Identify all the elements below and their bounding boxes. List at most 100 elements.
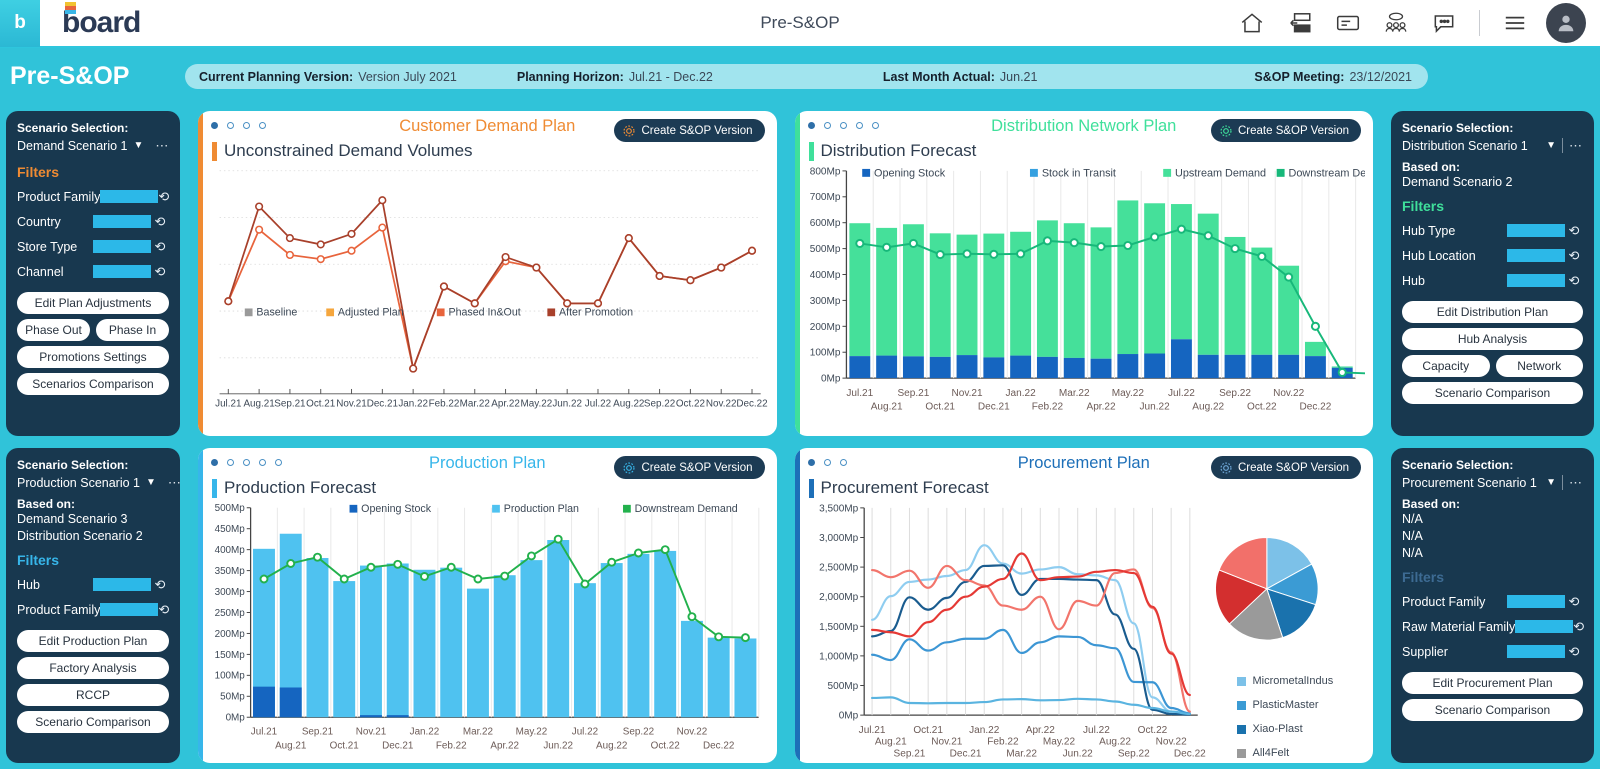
edit-procurement-plan-button[interactable]: Edit Procurement Plan xyxy=(1402,672,1583,694)
reset-icon[interactable]: ⟲ xyxy=(1565,594,1583,610)
filter-channel[interactable]: Channel ⟲ xyxy=(17,259,169,284)
filter-value-box[interactable] xyxy=(1515,620,1574,633)
reset-icon[interactable]: ⟲ xyxy=(151,214,169,230)
reset-icon[interactable]: ⟲ xyxy=(1573,619,1584,635)
more-options-icon[interactable]: ⋯ xyxy=(1569,476,1583,489)
create-sop-version-button-procurement[interactable]: Create S&OP Version xyxy=(1210,456,1361,479)
filter-raw-material-family[interactable]: Raw Material Family ⟲ xyxy=(1402,614,1584,639)
filter-country[interactable]: Country ⟲ xyxy=(17,209,169,234)
filter-store-type[interactable]: Store Type ⟲ xyxy=(17,234,169,259)
app-logo-tile[interactable]: b xyxy=(0,0,40,47)
filter-value-box[interactable] xyxy=(1507,249,1565,262)
reset-icon[interactable]: ⟲ xyxy=(158,602,169,618)
chevron-down-icon[interactable]: ▼ xyxy=(1546,140,1556,151)
create-sop-version-button-distribution[interactable]: Create S&OP Version xyxy=(1210,119,1361,142)
filter-value-box[interactable] xyxy=(1507,645,1565,658)
reset-icon[interactable]: ⟲ xyxy=(151,577,169,593)
scenario-comparison-button[interactable]: Scenario Comparison xyxy=(17,711,169,733)
scenario-comparison-button[interactable]: Scenario Comparison xyxy=(1402,699,1583,721)
promotions-settings-button[interactable]: Promotions Settings xyxy=(17,346,169,368)
info-value: 23/12/2021 xyxy=(1349,69,1412,84)
chevron-down-icon[interactable]: ▼ xyxy=(133,140,143,151)
filter-value-box[interactable] xyxy=(93,578,151,591)
reset-icon[interactable]: ⟲ xyxy=(1565,644,1583,660)
create-sop-version-button-production[interactable]: Create S&OP Version xyxy=(614,456,765,479)
filter-product-family[interactable]: Product Family ⟲ xyxy=(17,184,169,209)
chevron-down-icon[interactable]: ▼ xyxy=(146,477,156,488)
filter-value-box[interactable] xyxy=(1507,595,1565,608)
based-on-value-2: N/A xyxy=(1402,529,1423,543)
filter-value-box[interactable] xyxy=(93,265,151,278)
distribution-scenario-select[interactable]: Distribution Scenario 1 ▼ ⋯ xyxy=(1402,138,1583,153)
demand-scenario-select[interactable]: Demand Scenario 1 ▼ ⋯ xyxy=(17,138,169,153)
reset-icon[interactable]: ⟲ xyxy=(1565,223,1583,239)
create-sop-version-button-demand[interactable]: Create S&OP Version xyxy=(614,119,765,142)
filter-name: Product Family xyxy=(17,189,101,204)
svg-text:350Mp: 350Mp xyxy=(215,566,246,577)
hub-analysis-button[interactable]: Hub Analysis xyxy=(1402,328,1583,350)
avatar[interactable] xyxy=(1546,3,1586,43)
more-options-icon[interactable]: ⋯ xyxy=(1569,139,1583,152)
filter-product-family[interactable]: Product Family ⟲ xyxy=(1402,589,1583,614)
svg-text:Production Plan: Production Plan xyxy=(504,503,579,515)
reset-icon[interactable]: ⟲ xyxy=(151,239,169,255)
filter-hub-location[interactable]: Hub Location ⟲ xyxy=(1402,243,1583,268)
svg-text:Upstream Demand: Upstream Demand xyxy=(1175,167,1266,179)
more-options-icon[interactable]: ⋯ xyxy=(155,139,169,152)
demand-action-buttons: Edit Plan Adjustments Phase Out Phase In… xyxy=(17,292,169,395)
edit-plan-adjustments-button[interactable]: Edit Plan Adjustments xyxy=(17,292,169,314)
card-header: Procurement Plan Create S&OP Version xyxy=(795,448,1374,482)
svg-text:May.22: May.22 xyxy=(521,398,553,409)
svg-text:Aug.21: Aug.21 xyxy=(275,740,307,751)
home-icon[interactable] xyxy=(1239,10,1265,36)
legend-label: Xiao-Plast xyxy=(1252,723,1303,735)
card-icon[interactable] xyxy=(1335,10,1361,36)
phase-in-button[interactable]: Phase In xyxy=(96,319,169,341)
production-action-buttons: Edit Production Plan Factory Analysis RC… xyxy=(17,630,169,733)
filter-supplier[interactable]: Supplier ⟲ xyxy=(1402,639,1583,664)
filter-hub[interactable]: Hub ⟲ xyxy=(17,572,169,597)
based-on-value-2: Distribution Scenario 2 xyxy=(17,529,143,543)
more-options-icon[interactable]: ⋯ xyxy=(168,476,182,489)
phase-out-button[interactable]: Phase Out xyxy=(17,319,90,341)
svg-text:150Mp: 150Mp xyxy=(215,650,246,661)
scenarios-comparison-button[interactable]: Scenarios Comparison xyxy=(17,373,169,395)
svg-text:Feb.22: Feb.22 xyxy=(436,740,467,751)
filter-value-box[interactable] xyxy=(1507,274,1565,287)
reset-icon[interactable]: ⟲ xyxy=(1565,273,1583,289)
reset-icon[interactable]: ⟲ xyxy=(158,189,169,205)
edit-distribution-plan-button[interactable]: Edit Distribution Plan xyxy=(1402,301,1583,323)
team-icon[interactable] xyxy=(1383,10,1409,36)
filter-value-box[interactable] xyxy=(1507,224,1565,237)
svg-text:Aug.21: Aug.21 xyxy=(874,737,906,748)
scenario-selection-label: Scenario Selection: xyxy=(1402,458,1514,472)
filters-label: Filters xyxy=(17,164,60,180)
production-scenario-select[interactable]: Production Scenario 1 ▼ ⋯ xyxy=(17,475,181,490)
scenario-comparison-button[interactable]: Scenario Comparison xyxy=(1402,382,1583,404)
filter-product-family[interactable]: Product Family ⟲ xyxy=(17,597,169,622)
filter-hub-type[interactable]: Hub Type ⟲ xyxy=(1402,218,1583,243)
filter-hub[interactable]: Hub ⟲ xyxy=(1402,268,1583,293)
filter-value-box[interactable] xyxy=(93,240,151,253)
chevron-down-icon[interactable]: ▼ xyxy=(1546,477,1556,488)
reset-icon[interactable]: ⟲ xyxy=(151,264,169,280)
procurement-scenario-select[interactable]: Procurement Scenario 1 ▼ ⋯ xyxy=(1402,475,1583,490)
rccp-button[interactable]: RCCP xyxy=(17,684,169,706)
capacity-button[interactable]: Capacity xyxy=(1402,355,1490,377)
filter-value-box[interactable] xyxy=(93,215,151,228)
svg-text:Sep.22: Sep.22 xyxy=(1117,749,1149,760)
gear-icon xyxy=(623,124,636,137)
network-button[interactable]: Network xyxy=(1495,355,1583,377)
factory-analysis-button[interactable]: Factory Analysis xyxy=(17,657,169,679)
filter-value-box[interactable] xyxy=(100,190,159,203)
svg-text:400Mp: 400Mp xyxy=(809,270,840,281)
menu-icon[interactable] xyxy=(1502,10,1528,36)
svg-text:Aug.21: Aug.21 xyxy=(870,402,902,413)
chat-icon[interactable] xyxy=(1431,10,1457,36)
reset-icon[interactable]: ⟲ xyxy=(1565,248,1583,264)
filter-value-box[interactable] xyxy=(100,603,159,616)
svg-text:Nov.22: Nov.22 xyxy=(1155,737,1186,748)
edit-production-plan-button[interactable]: Edit Production Plan xyxy=(17,630,169,652)
layout-icon[interactable] xyxy=(1287,10,1313,36)
svg-text:Dec.21: Dec.21 xyxy=(367,398,399,409)
